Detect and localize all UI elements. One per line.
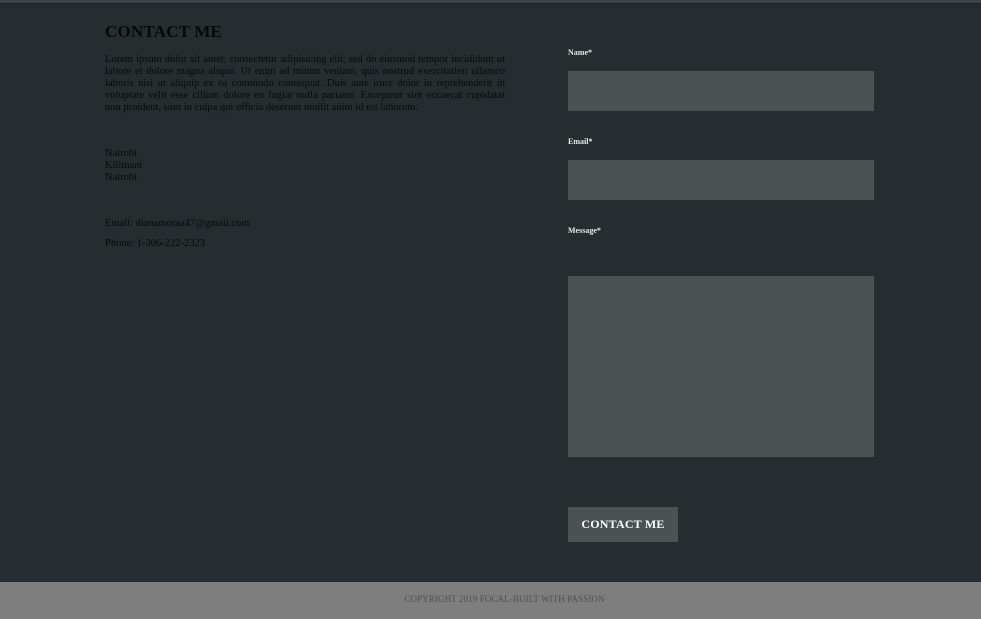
- email-field[interactable]: [568, 160, 874, 200]
- page-title: CONTACT ME: [105, 22, 223, 41]
- address-block: Nairobi Kilimani Nairobi: [105, 148, 505, 184]
- email-label: Email*: [568, 137, 593, 146]
- footer: COPYRIGHT 2019 FOCAL-BUILT WITH PASSION: [0, 582, 981, 619]
- message-label: Message*: [568, 226, 601, 235]
- intro-paragraph: Lorem ipsum dolor sit amet, consectetur …: [105, 54, 505, 113]
- phone-text: Phone: 1-306-222-2323: [105, 238, 206, 249]
- address-line: Kilimani: [105, 160, 143, 171]
- contact-section: CONTACT ME Lorem ipsum dolor sit amet, c…: [0, 4, 981, 582]
- contact-info: CONTACT ME Lorem ipsum dolor sit amet, c…: [105, 22, 505, 249]
- address-line: Nairobi: [105, 148, 138, 159]
- message-field[interactable]: [568, 276, 874, 457]
- email-text: Email: dianamoraa47@gmail.com: [105, 218, 250, 229]
- copyright-text: COPYRIGHT 2019 FOCAL-BUILT WITH PASSION: [404, 594, 605, 604]
- contact-me-button[interactable]: CONTACT ME: [568, 507, 678, 542]
- name-label: Name*: [568, 48, 592, 57]
- name-field[interactable]: [568, 71, 874, 111]
- address-line: Nairobi: [105, 172, 138, 183]
